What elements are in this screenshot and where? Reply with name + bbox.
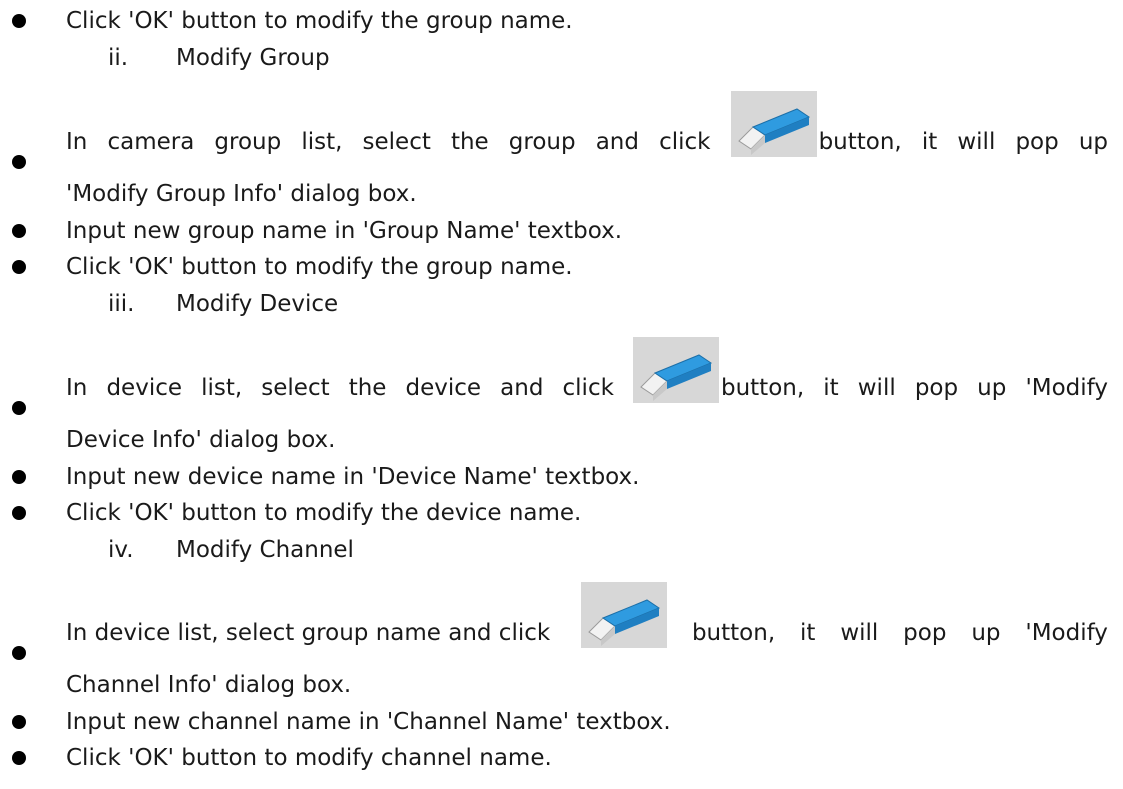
word: up	[977, 375, 1007, 401]
bullet-icon	[12, 715, 26, 729]
word: button,	[691, 620, 776, 646]
channel-bullet-1-line-2: Channel Info' dialog box.	[66, 672, 352, 698]
word: button,	[720, 375, 805, 401]
word: pop	[903, 620, 947, 646]
word: it	[800, 620, 816, 646]
bullet-icon	[12, 506, 26, 520]
channel-heading: Modify Channel	[176, 537, 354, 563]
bullet-icon	[12, 401, 26, 415]
group-bullet-3: Click 'OK' button to modify the group na…	[66, 254, 573, 280]
word: select	[261, 375, 330, 401]
channel-bullet-3: Click 'OK' button to modify channel name…	[66, 745, 552, 771]
channel-numeral: iv.	[108, 537, 134, 563]
word: In	[66, 375, 88, 401]
device-bullet-2: Input new device name in 'Device Name' t…	[66, 464, 640, 490]
channel-bullet-1-line-1: In device list, select group name and cl…	[66, 582, 1108, 648]
word: will	[857, 375, 896, 401]
word: and	[500, 375, 544, 401]
word: click	[659, 129, 711, 155]
word: the	[450, 129, 489, 155]
word: it	[921, 129, 938, 155]
word: click	[562, 375, 614, 401]
bullet-icon	[12, 646, 26, 660]
bullet-icon	[12, 751, 26, 765]
bullet-icon	[12, 14, 26, 28]
word: list,	[201, 375, 243, 401]
modify-icon[interactable]	[581, 582, 668, 648]
word: In device list, select group name and cl…	[66, 620, 551, 646]
group-bullet-1-line-1: In camera group list, select the group a…	[66, 91, 1108, 157]
word: group	[214, 129, 282, 155]
group-bullet-1-line-2: 'Modify Group Info' dialog box.	[66, 181, 417, 207]
device-numeral: iii.	[108, 291, 135, 317]
bullet-icon	[12, 155, 26, 169]
top-bullet-text: Click 'OK' button to modify the group na…	[66, 8, 573, 34]
word: pop	[1015, 129, 1059, 155]
word: button,	[818, 129, 902, 155]
device-heading: Modify Device	[176, 291, 339, 317]
word: the	[348, 375, 387, 401]
modify-icon[interactable]	[632, 337, 719, 403]
word: and	[595, 129, 639, 155]
word: up	[971, 620, 1001, 646]
device-bullet-3: Click 'OK' button to modify the device n…	[66, 500, 582, 526]
group-heading: Modify Group	[176, 45, 330, 71]
word: group	[508, 129, 576, 155]
word: will	[957, 129, 996, 155]
bullet-icon	[12, 224, 26, 238]
device-bullet-1-line-2: Device Info' dialog box.	[66, 427, 336, 453]
word: device	[405, 375, 482, 401]
group-numeral: ii.	[108, 45, 129, 71]
word: select	[362, 129, 431, 155]
word: up	[1078, 129, 1108, 155]
bullet-icon	[12, 260, 26, 274]
word: In	[66, 129, 88, 155]
group-bullet-2: Input new group name in 'Group Name' tex…	[66, 218, 623, 244]
modify-icon[interactable]	[730, 91, 817, 157]
word: 'Modify	[1025, 375, 1108, 401]
channel-bullet-2: Input new channel name in 'Channel Name'…	[66, 709, 671, 735]
bullet-icon	[12, 470, 26, 484]
word: 'Modify	[1025, 620, 1108, 646]
word: camera	[107, 129, 195, 155]
word: device	[106, 375, 183, 401]
word: it	[823, 375, 839, 401]
device-bullet-1-line-1: In device list, select the device and cl…	[66, 337, 1108, 403]
word: list,	[301, 129, 343, 155]
word: pop	[914, 375, 959, 401]
word: will	[840, 620, 879, 646]
